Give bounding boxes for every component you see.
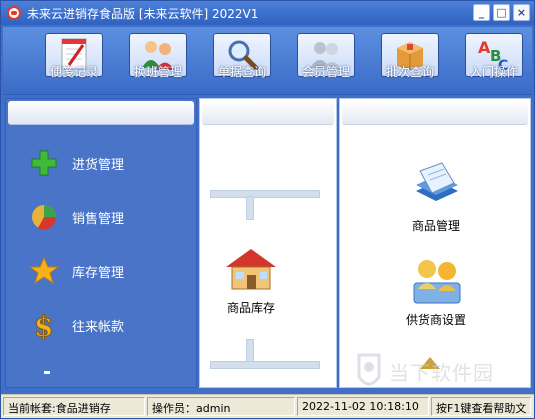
middle-panel-header bbox=[202, 101, 334, 125]
status-account: 当前帐套:食品进销存 bbox=[3, 397, 145, 416]
product-manage-label: 商品管理 bbox=[411, 219, 460, 233]
toolbar-label: 批次查询 bbox=[385, 65, 434, 79]
connector-line bbox=[210, 190, 320, 198]
middle-panel: 商品库存 bbox=[199, 98, 337, 388]
scroll-indicator bbox=[44, 371, 50, 374]
toolbar-label: 换班管理 bbox=[133, 65, 182, 79]
status-datetime: 2022-11-02 10:18:10 bbox=[297, 397, 429, 416]
nav-sales[interactable]: 销售管理 bbox=[28, 201, 124, 233]
minimize-button[interactable]: _ bbox=[473, 4, 490, 21]
nav-label: 销售管理 bbox=[72, 211, 125, 227]
toolbar-shift-button[interactable]: 换班管理 bbox=[127, 33, 189, 80]
pie-icon bbox=[28, 201, 60, 233]
toolbar-label: 单据查询 bbox=[217, 65, 266, 79]
close-button[interactable]: × bbox=[513, 4, 530, 21]
maximize-button[interactable]: □ bbox=[493, 4, 510, 21]
stock-label: 商品库存 bbox=[226, 301, 275, 315]
connector-line bbox=[246, 196, 254, 220]
app-logo-icon bbox=[7, 6, 21, 20]
product-manage-button[interactable] bbox=[410, 161, 460, 211]
nav-inventory[interactable]: 库存管理 bbox=[28, 255, 124, 287]
toolbar-guide-button[interactable]: ABC 入门操作 bbox=[463, 33, 525, 80]
connector-line bbox=[210, 361, 320, 369]
toolbar-notepad-button[interactable]: 便笺记录 bbox=[43, 33, 105, 80]
plus-icon bbox=[28, 147, 60, 179]
dollar-icon: $ bbox=[28, 309, 60, 341]
stock-button[interactable] bbox=[222, 245, 280, 295]
toolbar-member-button[interactable]: 会员管理 bbox=[295, 33, 357, 80]
title-bar[interactable]: 未来云进销存食品版 [未来云软件] 2022V1 _ □ × bbox=[1, 1, 534, 25]
supplier-icon bbox=[410, 260, 464, 310]
status-bar: 当前帐套:食品进销存 操作员：admin 2022-11-02 10:18:10… bbox=[1, 394, 534, 418]
app-window: 未来云进销存食品版 [未来云软件] 2022V1 _ □ × 便笺记录 换班管理… bbox=[0, 0, 535, 419]
right-panel: 商品管理 供货商设置 bbox=[339, 98, 531, 388]
left-nav-panel: 进货管理 销售管理 库存管理 $ 往来帐款 bbox=[5, 98, 197, 388]
watermark: 当下软件园 bbox=[353, 353, 494, 389]
toolbar-label: 入门操作 bbox=[469, 65, 518, 79]
star-icon bbox=[28, 255, 60, 287]
main-toolbar: 便笺记录 换班管理 单据查询 会员管理 批次查询 A B C 入门操作 bbox=[3, 27, 532, 95]
watermark-logo-icon bbox=[357, 353, 381, 386]
nav-label: 往来帐款 bbox=[72, 319, 125, 335]
toolbar-query-button[interactable]: 单据查询 bbox=[211, 33, 273, 80]
right-panel-header bbox=[342, 101, 528, 125]
supplier-button[interactable] bbox=[410, 255, 462, 307]
supplier-label: 供货商设置 bbox=[405, 313, 466, 327]
window-title: 未来云进销存食品版 [未来云软件] 2022V1 bbox=[27, 6, 259, 21]
left-panel-header bbox=[8, 101, 194, 125]
watermark-text: 当下软件园 bbox=[389, 360, 494, 385]
house-icon bbox=[222, 249, 280, 296]
nav-label: 进货管理 bbox=[72, 157, 125, 173]
status-operator: 操作员：admin bbox=[147, 397, 295, 416]
svg-text:$: $ bbox=[34, 310, 53, 340]
nav-accounts[interactable]: $ 往来帐款 bbox=[28, 309, 125, 341]
stack-icon bbox=[410, 162, 462, 214]
nav-purchase[interactable]: 进货管理 bbox=[28, 147, 124, 179]
status-hint: 按F1键查看帮助文 bbox=[431, 397, 531, 416]
toolbar-label: 便笺记录 bbox=[49, 65, 98, 79]
nav-label: 库存管理 bbox=[72, 265, 125, 281]
toolbar-label: 会员管理 bbox=[301, 65, 350, 79]
toolbar-batch-button[interactable]: 批次查询 bbox=[379, 33, 441, 80]
